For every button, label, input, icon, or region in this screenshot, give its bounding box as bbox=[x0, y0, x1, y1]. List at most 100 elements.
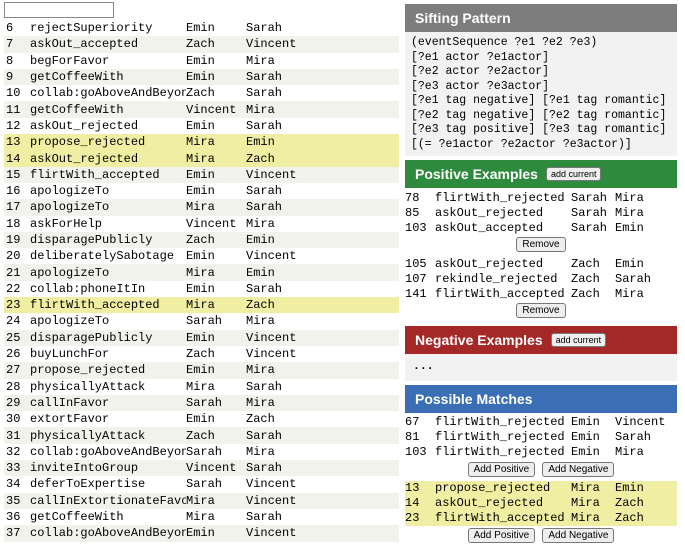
event-row[interactable]: 21apologizeToMiraEmin bbox=[4, 264, 399, 280]
event-row[interactable]: 8begForFavorEminMira bbox=[4, 53, 399, 69]
example-row[interactable]: 105askOut_rejectedZachEmin bbox=[405, 256, 677, 271]
event-idx: 18 bbox=[4, 217, 30, 231]
event-a1: Emin bbox=[186, 331, 246, 345]
event-row[interactable]: 10collab:goAboveAndBeyondZachSarah bbox=[4, 85, 399, 101]
event-row[interactable]: 36getCoffeeWithMiraSarah bbox=[4, 509, 399, 525]
event-idx: 26 bbox=[4, 347, 30, 361]
ex-a1: Mira bbox=[571, 511, 615, 525]
add-positive-button[interactable]: Add Positive bbox=[468, 528, 536, 543]
event-idx: 17 bbox=[4, 200, 30, 214]
ex-a1: Sarah bbox=[571, 221, 615, 235]
event-row[interactable]: 20deliberatelySabotageEminVincent bbox=[4, 248, 399, 264]
event-row[interactable]: 24apologizeToSarahMira bbox=[4, 313, 399, 329]
ex-a1: Mira bbox=[571, 496, 615, 510]
ex-a2: Vincent bbox=[615, 415, 667, 429]
event-name: begForFavor bbox=[30, 54, 186, 68]
event-idx: 37 bbox=[4, 526, 30, 540]
remove-button[interactable]: Remove bbox=[516, 303, 565, 318]
event-a1: Vincent bbox=[186, 103, 246, 117]
event-a2: Emin bbox=[246, 135, 306, 149]
example-row[interactable]: 81flirtWith_rejectedEminSarah bbox=[405, 430, 677, 445]
event-row[interactable]: 31physicallyAttackZachSarah bbox=[4, 427, 399, 443]
event-name: callInFavor bbox=[30, 396, 186, 410]
event-row[interactable]: 30extortFavorEminZach bbox=[4, 411, 399, 427]
example-row[interactable]: 103flirtWith_rejectedEminMira bbox=[405, 445, 677, 460]
event-row[interactable]: 14askOut_rejectedMiraZach bbox=[4, 150, 399, 166]
example-row[interactable]: 103askOut_acceptedSarahEmin bbox=[405, 220, 677, 235]
event-row[interactable]: 22collab:phoneItInEminSarah bbox=[4, 281, 399, 297]
event-a1: Vincent bbox=[186, 217, 246, 231]
event-row[interactable]: 7askOut_acceptedZachVincent bbox=[4, 36, 399, 52]
positive-add-button[interactable]: add current bbox=[546, 167, 602, 181]
event-row[interactable]: 32collab:goAboveAndBeyondSarahMira bbox=[4, 444, 399, 460]
negative-add-button[interactable]: add current bbox=[551, 333, 607, 347]
event-a2: Vincent bbox=[246, 347, 306, 361]
event-row[interactable]: 25disparagePubliclyEminVincent bbox=[4, 330, 399, 346]
event-row[interactable]: 13propose_rejectedMiraEmin bbox=[4, 134, 399, 150]
event-a1: Emin bbox=[186, 363, 246, 377]
example-row[interactable]: 107rekindle_rejectedZachSarah bbox=[405, 271, 677, 286]
event-a1: Mira bbox=[186, 510, 246, 524]
ex-idx: 105 bbox=[405, 257, 435, 271]
event-row[interactable]: 28physicallyAttackMiraSarah bbox=[4, 379, 399, 395]
example-row[interactable]: 141flirtWith_acceptedZachMira bbox=[405, 286, 677, 301]
event-a1: Mira bbox=[186, 494, 246, 508]
ex-a1: Zach bbox=[571, 272, 615, 286]
example-row[interactable]: 23flirtWith_acceptedMiraZach bbox=[405, 511, 677, 526]
example-row[interactable]: 67flirtWith_rejectedEminVincent bbox=[405, 415, 677, 430]
event-idx: 19 bbox=[4, 233, 30, 247]
event-a2: Zach bbox=[246, 412, 306, 426]
remove-button[interactable]: Remove bbox=[516, 237, 565, 252]
event-row[interactable]: 27propose_rejectedEminMira bbox=[4, 362, 399, 378]
event-a2: Sarah bbox=[246, 200, 306, 214]
event-idx: 21 bbox=[4, 266, 30, 280]
ex-a1: Sarah bbox=[571, 191, 615, 205]
event-row[interactable]: 9getCoffeeWithEminSarah bbox=[4, 69, 399, 85]
event-idx: 15 bbox=[4, 168, 30, 182]
event-a1: Sarah bbox=[186, 445, 246, 459]
event-row[interactable]: 12askOut_rejectedEminSarah bbox=[4, 118, 399, 134]
search-input[interactable] bbox=[4, 2, 114, 18]
add-negative-button[interactable]: Add Negative bbox=[542, 462, 614, 477]
event-row[interactable]: 34deferToExpertiseSarahVincent bbox=[4, 476, 399, 492]
example-row[interactable]: 14askOut_rejectedMiraZach bbox=[405, 496, 677, 511]
event-row[interactable]: 26buyLunchForZachVincent bbox=[4, 346, 399, 362]
sifting-body: (eventSequence ?e1 ?e2 ?e3) [?e1 actor ?… bbox=[405, 32, 677, 156]
event-idx: 14 bbox=[4, 152, 30, 166]
event-a1: Emin bbox=[186, 70, 246, 84]
example-row[interactable]: 13propose_rejectedMiraEmin bbox=[405, 481, 677, 496]
event-row[interactable]: 16apologizeToEminSarah bbox=[4, 183, 399, 199]
example-row[interactable]: 85askOut_rejectedSarahMira bbox=[405, 205, 677, 220]
event-row[interactable]: 29callInFavorSarahMira bbox=[4, 395, 399, 411]
event-row[interactable]: 17apologizeToMiraSarah bbox=[4, 199, 399, 215]
event-a1: Emin bbox=[186, 119, 246, 133]
ex-evt: flirtWith_accepted bbox=[435, 511, 571, 525]
event-row[interactable]: 19disparagePubliclyZachEmin bbox=[4, 232, 399, 248]
add-positive-button[interactable]: Add Positive bbox=[468, 462, 536, 477]
event-row[interactable]: 15flirtWith_acceptedEminVincent bbox=[4, 167, 399, 183]
event-row[interactable]: 37collab:goAboveAndBeyondEminVincent bbox=[4, 525, 399, 541]
event-idx: 36 bbox=[4, 510, 30, 524]
event-row[interactable]: 23flirtWith_acceptedMiraZach bbox=[4, 297, 399, 313]
event-row[interactable]: 33inviteIntoGroupVincentSarah bbox=[4, 460, 399, 476]
positive-head: Positive Examples add current bbox=[405, 160, 677, 188]
sifting-head: Sifting Pattern bbox=[405, 4, 677, 32]
event-a2: Vincent bbox=[246, 249, 306, 263]
event-name: collab:goAboveAndBeyond bbox=[30, 445, 186, 459]
event-a1: Sarah bbox=[186, 477, 246, 491]
ex-idx: 103 bbox=[405, 221, 435, 235]
add-negative-button[interactable]: Add Negative bbox=[542, 528, 614, 543]
ex-a2: Mira bbox=[615, 206, 667, 220]
event-row[interactable]: 6rejectSuperiorityEminSarah bbox=[4, 20, 399, 36]
event-row[interactable]: 35callInExtortionateFavorMiraVincent bbox=[4, 493, 399, 509]
ex-a1: Mira bbox=[571, 481, 615, 495]
event-a2: Zach bbox=[246, 152, 306, 166]
event-a2: Sarah bbox=[246, 119, 306, 133]
event-a1: Emin bbox=[186, 168, 246, 182]
example-row[interactable]: 78flirtWith_rejectedSarahMira bbox=[405, 190, 677, 205]
event-row[interactable]: 11getCoffeeWithVincentMira bbox=[4, 101, 399, 117]
event-name: apologizeTo bbox=[30, 266, 186, 280]
event-row[interactable]: 18askForHelpVincentMira bbox=[4, 216, 399, 232]
ex-idx: 103 bbox=[405, 445, 435, 459]
event-a2: Vincent bbox=[246, 477, 306, 491]
